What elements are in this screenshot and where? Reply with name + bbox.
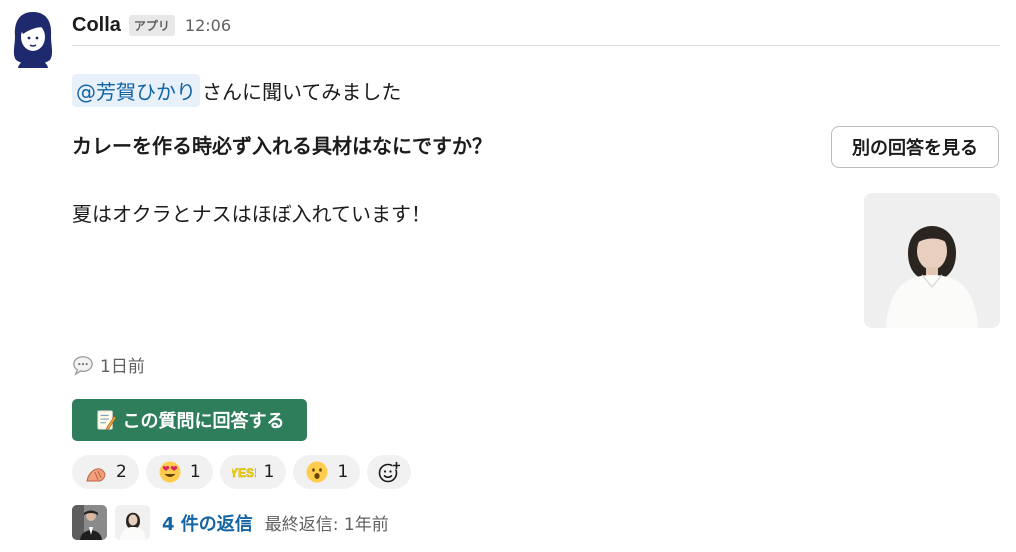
speech-bubble-icon — [73, 355, 93, 376]
app-badge: アプリ — [128, 14, 175, 36]
last-reply-time: 最終返信: 1年前 — [264, 515, 389, 535]
thread-replies[interactable]: 4 件の返信 最終返信: 1年前 — [72, 505, 389, 540]
answer-question-button[interactable]: この質問に回答する — [72, 399, 307, 441]
mention-text: さんに聞いてみました — [202, 80, 402, 104]
reaction-count: 1 — [189, 462, 201, 482]
mention-line: @芳賀ひかり さんに聞いてみました — [72, 74, 401, 107]
respondent-portrait-icon — [864, 193, 1000, 328]
reaction-count: 2 — [116, 462, 127, 482]
hand-icon — [86, 468, 106, 482]
posted-time: 1日前 — [100, 357, 145, 377]
reply-avatar — [115, 505, 150, 540]
message-time[interactable]: 12:06 — [185, 16, 231, 35]
answer-question-label: この質問に回答する — [122, 411, 285, 432]
respondent-photo[interactable] — [864, 193, 1000, 328]
add-emoji-icon — [379, 461, 401, 483]
yes-icon: YES! — [232, 466, 256, 481]
reaction-surprised[interactable]: 1 — [293, 455, 361, 489]
header-divider — [72, 45, 1000, 46]
woman-avatar-icon — [13, 12, 53, 68]
question-text: カレーを作る時必ず入れる具材はなにですか？ — [72, 134, 492, 158]
reaction-yes[interactable]: YES! 1 — [219, 455, 287, 489]
add-reaction-button[interactable] — [367, 455, 412, 489]
user-mention[interactable]: @芳賀ひかり — [72, 74, 200, 107]
answer-text: 夏はオクラとナスはほぼ入れています！ — [72, 202, 431, 226]
reply-avatar — [72, 505, 107, 540]
reply-count-link[interactable]: 4 件の返信 — [162, 510, 253, 536]
message-header: Colla アプリ 12:06 — [72, 10, 231, 40]
woman-photo-avatar-icon — [115, 505, 150, 540]
memo-icon — [96, 410, 116, 430]
reaction-count: 1 — [337, 462, 349, 482]
reactions-bar: 2 1 YES! 1 1 — [72, 455, 418, 489]
reaction-hand[interactable]: 2 — [72, 455, 139, 489]
surprised-face-icon — [306, 461, 328, 483]
sender-avatar[interactable] — [10, 10, 56, 68]
heart-eyes-icon — [159, 461, 181, 483]
posted-meta: 1日前 — [72, 352, 145, 377]
reaction-count: 1 — [263, 462, 275, 482]
reaction-heart-eyes[interactable]: 1 — [145, 455, 213, 489]
other-answer-button[interactable]: 別の回答を見る — [831, 126, 999, 168]
svg-text:YES!: YES! — [232, 466, 256, 480]
sender-name[interactable]: Colla — [72, 14, 121, 37]
man-avatar-icon — [72, 505, 107, 540]
